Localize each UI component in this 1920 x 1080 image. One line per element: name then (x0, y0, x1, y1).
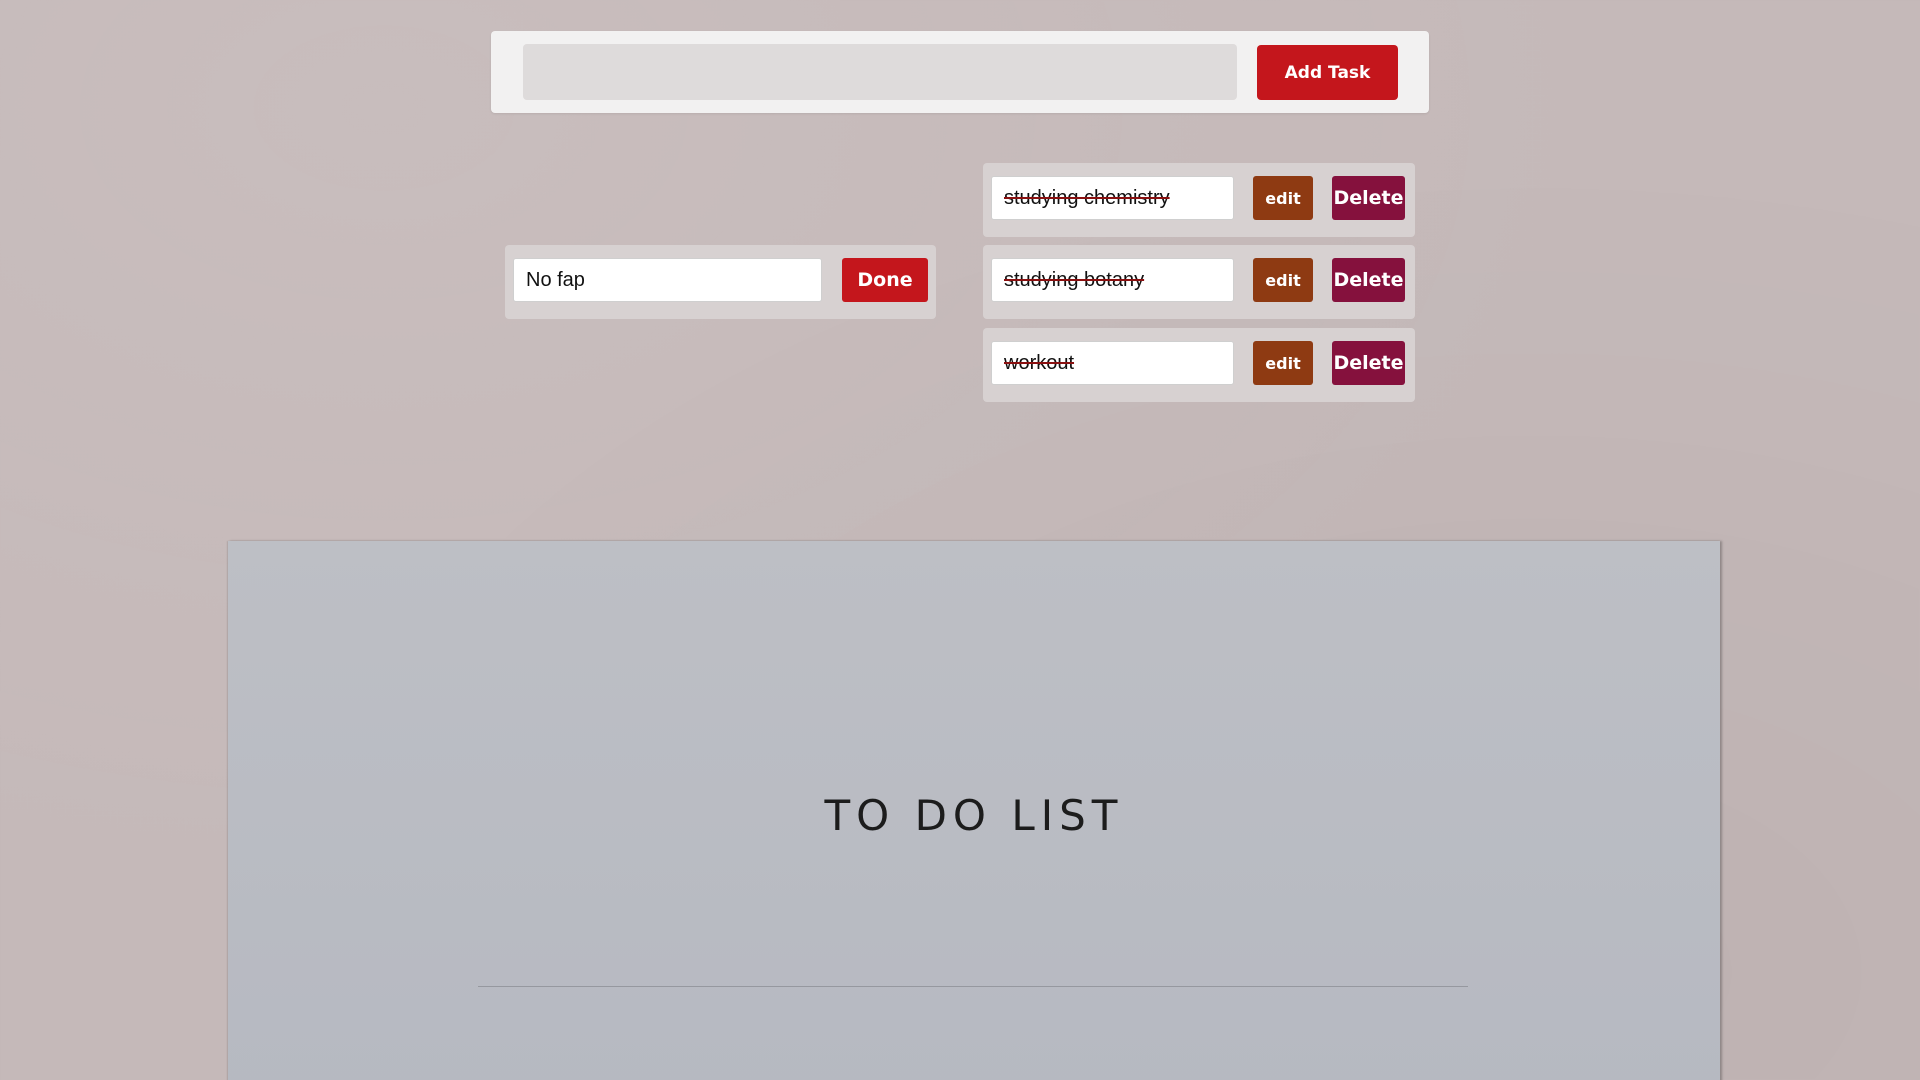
add-task-button[interactable]: Add Task (1257, 45, 1398, 100)
done-button[interactable]: Done (842, 258, 928, 302)
paper-divider-line (478, 986, 1468, 987)
edit-button[interactable]: edit (1253, 258, 1313, 302)
paper-title: TO DO LIST (824, 791, 1124, 840)
pending-task-text-field[interactable] (513, 258, 822, 302)
add-task-bar: Add Task (491, 31, 1429, 113)
completed-task-item: edit Delete (983, 163, 1415, 237)
task-input[interactable] (523, 44, 1237, 100)
completed-task-text-field[interactable] (991, 341, 1234, 385)
pending-task-item: Done (505, 245, 936, 319)
delete-button[interactable]: Delete (1332, 258, 1405, 302)
delete-button[interactable]: Delete (1332, 176, 1405, 220)
edit-button[interactable]: edit (1253, 341, 1313, 385)
background-paper: TO DO LIST (228, 541, 1720, 1080)
completed-task-text-field[interactable] (991, 258, 1234, 302)
edit-button[interactable]: edit (1253, 176, 1313, 220)
completed-task-item: edit Delete (983, 245, 1415, 319)
completed-task-text-field[interactable] (991, 176, 1234, 220)
completed-task-item: edit Delete (983, 328, 1415, 402)
delete-button[interactable]: Delete (1332, 341, 1405, 385)
